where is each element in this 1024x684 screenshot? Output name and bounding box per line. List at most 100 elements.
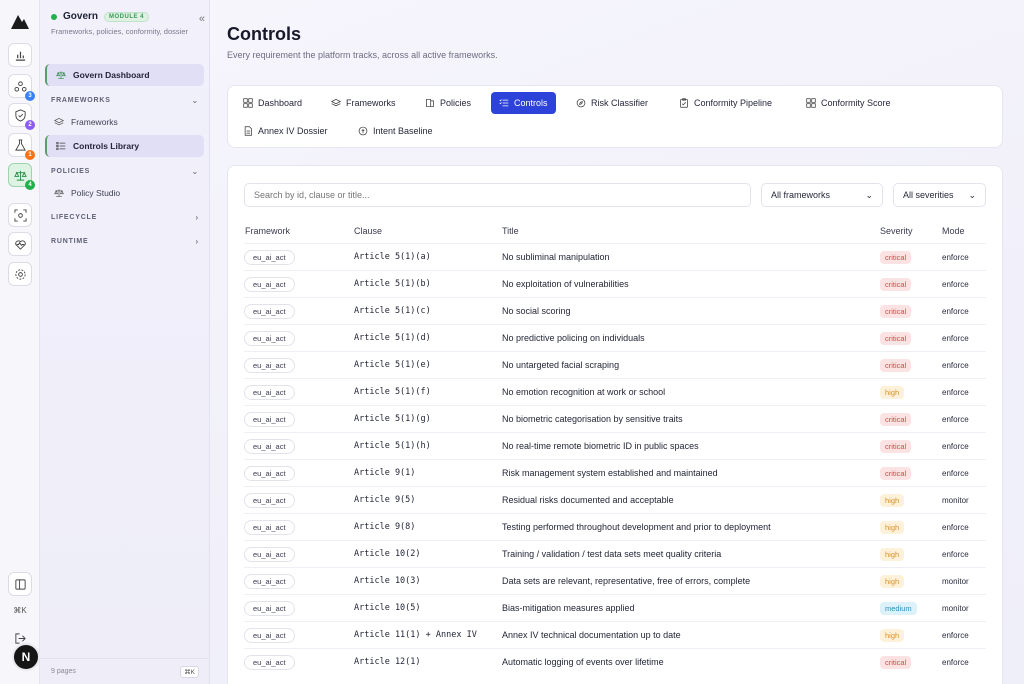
column-header-framework[interactable]: Framework xyxy=(245,226,290,236)
avatar[interactable]: N xyxy=(12,643,40,671)
rail-command-shortcut[interactable]: ⌘K xyxy=(8,599,32,621)
collapse-panel-icon[interactable]: « xyxy=(199,13,205,25)
main-content: Controls Every requirement the platform … xyxy=(210,0,1024,684)
page-count: 9 pages xyxy=(51,668,76,675)
document-icon xyxy=(244,126,252,136)
framework-pill: eu_ai_act xyxy=(244,357,295,373)
table-row[interactable]: eu_ai_act Article 5(1)(a) No subliminal ma… xyxy=(244,243,986,270)
tab-annex-iv-dossier[interactable]: Annex IV Dossier xyxy=(235,120,336,142)
tab-label: Conformity Pipeline xyxy=(694,98,773,108)
framework-pill: eu_ai_act xyxy=(244,573,295,589)
tab-intent-baseline[interactable]: Intent Baseline xyxy=(350,120,441,142)
tab-frameworks[interactable]: Frameworks xyxy=(323,92,404,114)
table-row[interactable]: eu_ai_act Article 12(1) Automatic logging … xyxy=(244,648,986,675)
chevron-down-icon: ⌄ xyxy=(191,96,199,105)
tab-conformity-score[interactable]: Conformity Score xyxy=(798,92,899,114)
rail-sidebar-toggle[interactable] xyxy=(8,572,32,596)
network-icon xyxy=(13,80,27,92)
sidebar-item-label: Controls Library xyxy=(73,141,140,151)
table-row[interactable]: eu_ai_act Article 10(5) Bias-mitigation me… xyxy=(244,594,986,621)
sidebar-item-controls-library[interactable]: Controls Library xyxy=(45,135,204,157)
severity-badge: critical xyxy=(880,358,912,372)
clause-cell: Article 10(5) xyxy=(354,603,421,613)
table-row[interactable]: eu_ai_act Article 5(1)(h) No real-time rem… xyxy=(244,432,986,459)
severity-badge: critical xyxy=(880,466,912,480)
compass-icon xyxy=(576,98,586,108)
framework-pill: eu_ai_act xyxy=(244,249,295,265)
table-row[interactable]: eu_ai_act Article 9(1) Risk management sys… xyxy=(244,459,986,486)
framework-pill: eu_ai_act xyxy=(244,600,295,616)
tab-label: Intent Baseline xyxy=(373,126,433,136)
mode-cell: enforce xyxy=(942,252,969,262)
table-row[interactable]: eu_ai_act Article 5(1)(b) No exploitation … xyxy=(244,270,986,297)
sidebar-item-label: Frameworks xyxy=(71,117,118,127)
rail-health-button[interactable] xyxy=(8,232,32,256)
clause-cell: Article 12(1) xyxy=(354,657,421,667)
sidebar-item-govern-dashboard[interactable]: Govern Dashboard xyxy=(45,64,204,86)
tab-policies[interactable]: Policies xyxy=(417,92,479,114)
nav-group-lifecycle[interactable]: LIFECYCLE › xyxy=(51,213,199,222)
severity-badge: medium xyxy=(880,601,917,615)
table-row[interactable]: eu_ai_act Article 5(1)(g) No biometric cat… xyxy=(244,405,986,432)
tab-label: Dashboard xyxy=(258,98,303,108)
nav-group-label: LIFECYCLE xyxy=(51,214,98,221)
tab-controls[interactable]: Controls xyxy=(491,92,556,114)
title-cell: No emotion recognition at work or school xyxy=(502,387,666,397)
sidebar-item-policy-studio[interactable]: Policy Studio xyxy=(45,182,204,204)
title-cell: Residual risks documented and acceptable xyxy=(502,495,674,505)
tab-label: Frameworks xyxy=(346,98,396,108)
nav-group-runtime[interactable]: RUNTIME › xyxy=(51,237,199,246)
severity-filter-select[interactable]: All severities ⌄ xyxy=(893,183,986,207)
grid-icon xyxy=(243,98,253,108)
framework-pill: eu_ai_act xyxy=(244,654,295,670)
rail-settings-button[interactable] xyxy=(8,262,32,286)
title-cell: No real-time remote biometric ID in publ… xyxy=(502,441,699,451)
table-row[interactable]: eu_ai_act Article 10(2) Training / validat… xyxy=(244,540,986,567)
tab-dashboard[interactable]: Dashboard xyxy=(235,92,310,114)
mode-cell: enforce xyxy=(942,657,969,667)
framework-pill: eu_ai_act xyxy=(244,627,295,643)
gear-icon xyxy=(14,268,26,280)
framework-pill: eu_ai_act xyxy=(244,384,295,400)
tab-label: Annex IV Dossier xyxy=(258,126,328,136)
table-row[interactable]: eu_ai_act Article 10(3) Data sets are rele… xyxy=(244,567,986,594)
column-header-clause[interactable]: Clause xyxy=(354,226,382,236)
rail-analytics-button[interactable] xyxy=(8,43,32,67)
table-row[interactable]: eu_ai_act Article 9(8) Testing performed t… xyxy=(244,513,986,540)
table-row[interactable]: eu_ai_act Article 5(1)(c) No social scorin… xyxy=(244,297,986,324)
table-row[interactable]: eu_ai_act Article 5(1)(d) No predictive po… xyxy=(244,324,986,351)
sidebar-item-frameworks[interactable]: Frameworks xyxy=(45,111,204,133)
tab-conformity-pipeline[interactable]: Conformity Pipeline xyxy=(671,92,780,114)
heart-pulse-icon xyxy=(14,239,26,250)
tab-label: Conformity Score xyxy=(821,98,891,108)
nav-group-frameworks[interactable]: FRAMEWORKS ⌄ xyxy=(51,96,199,105)
clause-cell: Article 5(1)(e) xyxy=(354,360,431,370)
chevron-right-icon: › xyxy=(195,237,199,246)
framework-filter-select[interactable]: All frameworks ⌄ xyxy=(761,183,883,207)
tab-risk-classifier[interactable]: Risk Classifier xyxy=(568,92,656,114)
mode-cell: enforce xyxy=(942,279,969,289)
rail-lab-button[interactable]: 1 xyxy=(8,133,35,160)
column-header-mode[interactable]: Mode xyxy=(942,226,965,236)
table-row[interactable]: eu_ai_act Article 5(1)(f) No emotion recog… xyxy=(244,378,986,405)
severity-badge: critical xyxy=(880,655,912,669)
rail-network-button[interactable]: 3 xyxy=(8,74,35,101)
rail-shield-button[interactable]: 2 xyxy=(8,103,35,130)
panel-title: Govern xyxy=(63,11,99,22)
clause-cell: Article 5(1)(c) xyxy=(354,306,431,316)
nav-group-policies[interactable]: POLICIES ⌄ xyxy=(51,167,199,176)
table-row[interactable]: eu_ai_act Article 9(5) Residual risks docu… xyxy=(244,486,986,513)
logo-icon[interactable] xyxy=(11,12,29,30)
column-header-title[interactable]: Title xyxy=(502,226,519,236)
table-row[interactable]: eu_ai_act Article 11(1) + Annex IV Annex I… xyxy=(244,621,986,648)
title-cell: Bias-mitigation measures applied xyxy=(502,603,635,613)
command-shortcut[interactable]: ⌘K xyxy=(180,665,199,678)
column-header-severity[interactable]: Severity xyxy=(880,226,913,236)
table-row[interactable]: eu_ai_act Article 5(1)(e) No untargeted fa… xyxy=(244,351,986,378)
nav-group-label: POLICIES xyxy=(51,168,91,175)
search-input[interactable] xyxy=(244,183,751,207)
tab-label: Risk Classifier xyxy=(591,98,649,108)
rail-govern-button[interactable]: 4 xyxy=(8,163,35,190)
clause-cell: Article 10(3) xyxy=(354,576,421,586)
rail-scan-button[interactable] xyxy=(8,203,32,227)
